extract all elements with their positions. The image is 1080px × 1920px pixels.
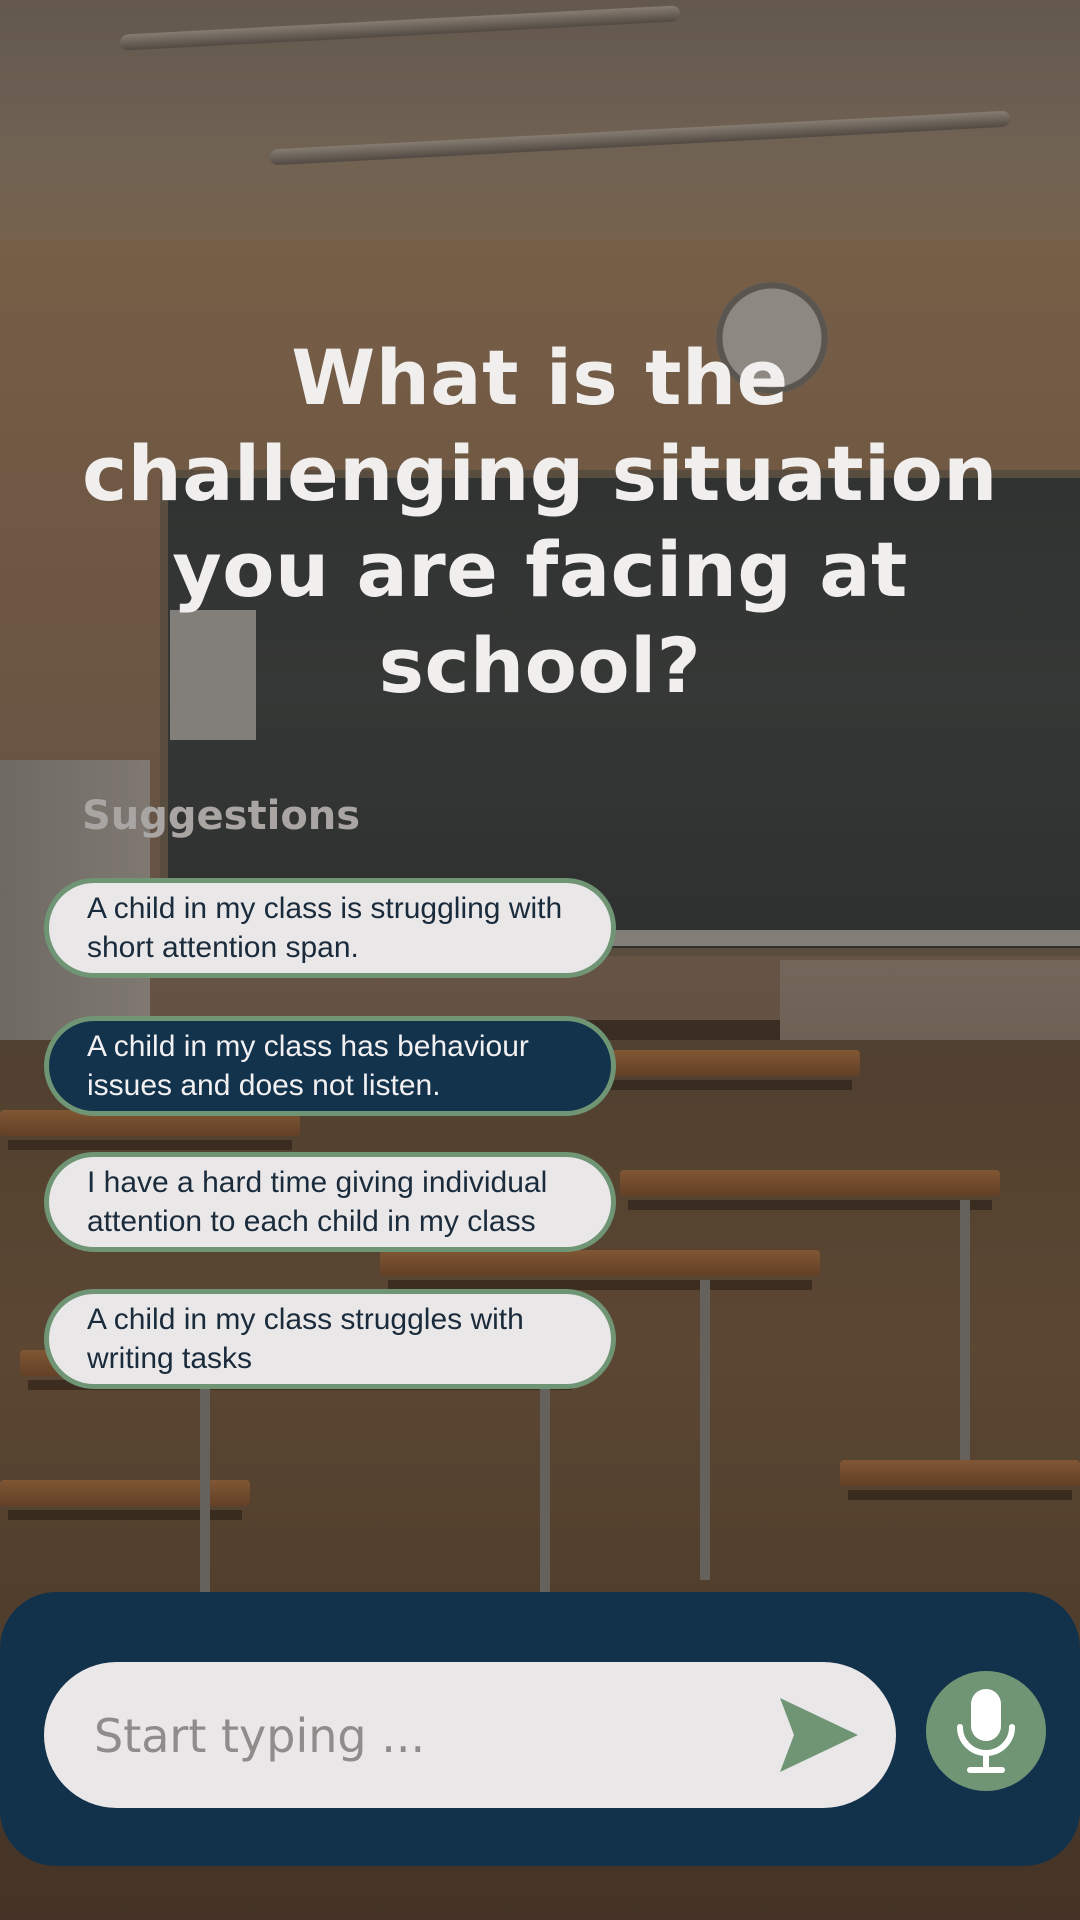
suggestion-chip[interactable]: A child in my class struggles with writi…	[44, 1289, 616, 1389]
suggestion-chip-selected[interactable]: A child in my class has behaviour issues…	[44, 1016, 616, 1116]
suggestion-chip[interactable]: A child in my class is struggling with s…	[44, 878, 616, 978]
microphone-icon	[957, 1689, 1015, 1773]
suggestion-chip-label: A child in my class struggles with writi…	[87, 1303, 524, 1375]
microphone-button[interactable]	[926, 1671, 1046, 1791]
question-heading: What is the challenging situation you ar…	[82, 333, 998, 710]
suggestion-chip-label: I have a hard time giving individual att…	[87, 1166, 548, 1238]
message-input[interactable]	[92, 1700, 736, 1772]
suggestion-chip-label: A child in my class has behaviour issues…	[87, 1030, 529, 1102]
send-icon	[780, 1698, 858, 1772]
send-button[interactable]	[774, 1692, 860, 1778]
suggestion-chip[interactable]: I have a hard time giving individual att…	[44, 1152, 616, 1252]
suggestion-chip-label: A child in my class is struggling with s…	[87, 892, 563, 964]
suggestions-heading: Suggestions	[82, 793, 361, 839]
